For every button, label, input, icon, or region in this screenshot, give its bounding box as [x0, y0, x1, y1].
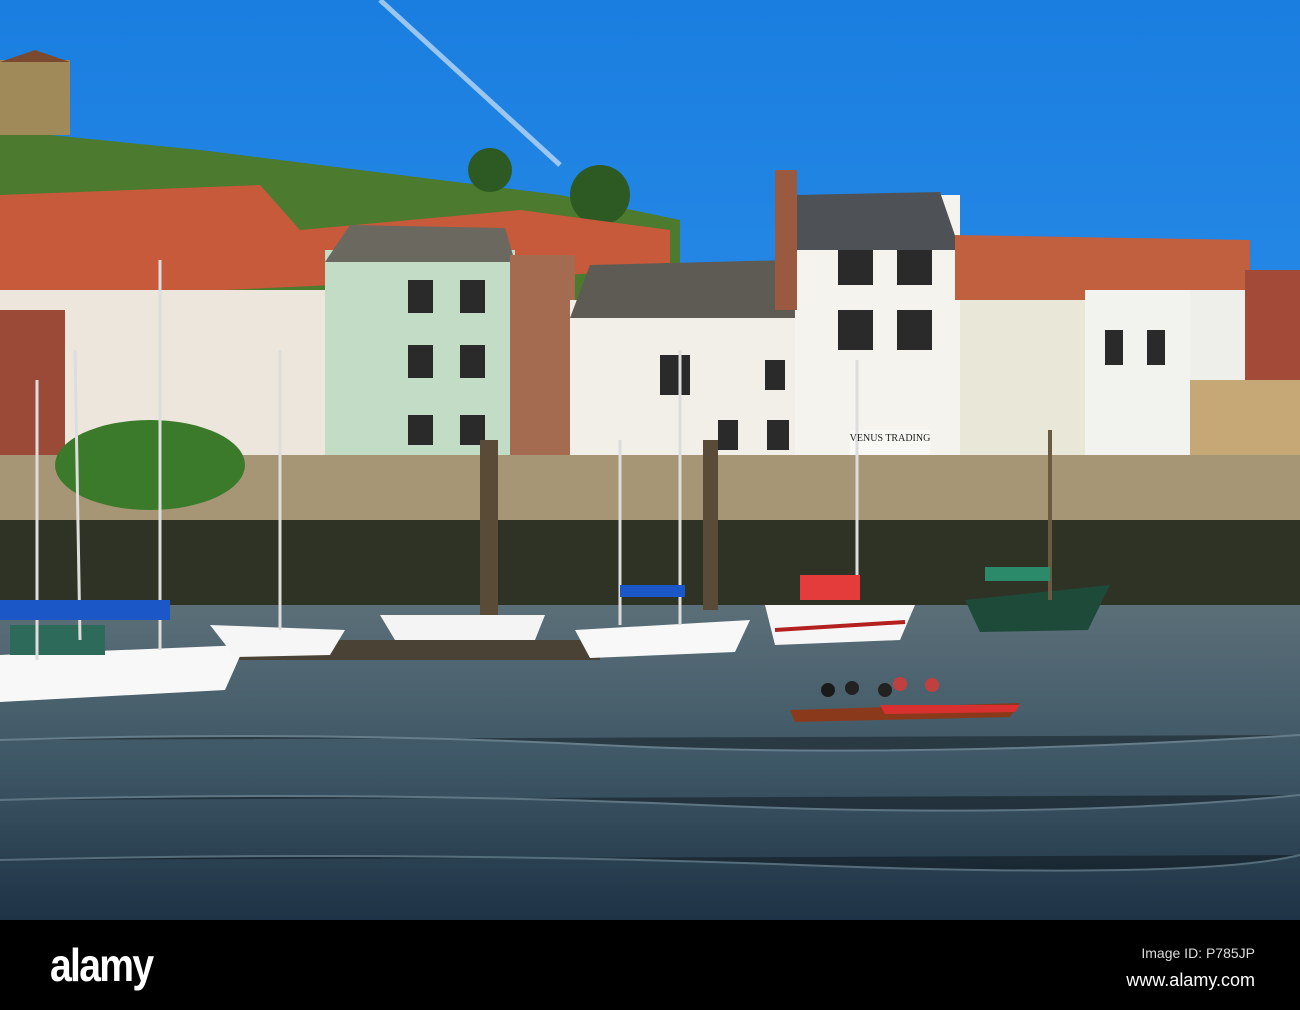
watermark-bar: alamy Image ID: P785JP www.alamy.com	[0, 920, 1300, 1010]
venus-trading-sign: VENUS TRADING	[849, 433, 931, 444]
brick-house	[510, 255, 575, 455]
image-id: Image ID: P785JP	[1141, 945, 1255, 961]
alamy-logo: alamy	[50, 939, 154, 991]
harbour-scene	[0, 0, 1300, 920]
abbey-building	[0, 60, 70, 135]
photo: VENUS TRADING alamy Image ID: P785JP www…	[0, 0, 1300, 1010]
alamy-url: www.alamy.com	[1126, 970, 1255, 990]
